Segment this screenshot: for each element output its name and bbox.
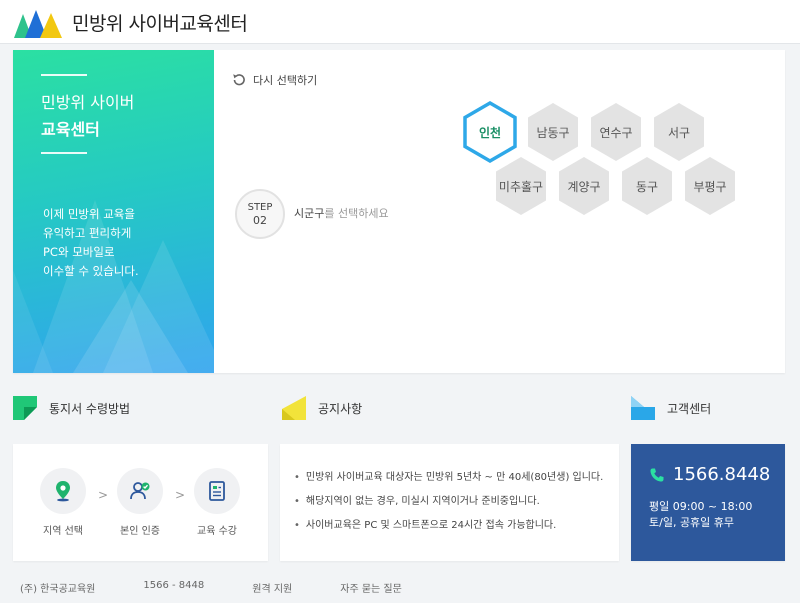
- phone-line[interactable]: 1566.8448: [649, 464, 770, 485]
- promo-desc-line: PC와 모바일로: [43, 245, 115, 259]
- notice-item[interactable]: 사이버교육은 PC 및 스마트폰으로 24시간 접속 가능합니다.: [294, 516, 603, 540]
- step-take-course[interactable]: 교육 수강: [186, 468, 248, 537]
- reset-selection-button[interactable]: 다시 선택하기: [231, 72, 317, 88]
- map-pin-icon: [56, 481, 70, 502]
- district-hex-label: 동구: [635, 179, 659, 194]
- yellow-fold-icon: [282, 396, 306, 420]
- promo-banner: 민방위 사이버 교육센터 이제 민방위 교육을 유익하고 편리하게 PC와 모바…: [13, 50, 214, 373]
- district-hex-label: 부평구: [693, 179, 727, 194]
- main-panel: 민방위 사이버 교육센터 이제 민방위 교육을 유익하고 편리하게 PC와 모바…: [13, 50, 785, 373]
- green-fold-icon: [13, 396, 37, 420]
- promo-divider-bottom: [41, 152, 87, 154]
- district-hex-label: 계양구: [567, 179, 601, 194]
- step-instruction-text: 를 선택하세요: [324, 207, 389, 220]
- user-check-icon: [130, 482, 150, 500]
- reset-label: 다시 선택하기: [253, 74, 318, 87]
- method-steps-card: 지역 선택 > 본인 인증 > 교육 수강: [13, 444, 268, 561]
- phone-number: 1566.8448: [673, 464, 771, 485]
- chevron-right-icon: >: [98, 488, 109, 502]
- notice-section-title: 공지사항: [318, 401, 363, 416]
- hours-weekend: 토/일, 공휴일 휴무: [649, 516, 735, 529]
- notice-card: 민방위 사이버교육 대상자는 민방위 5년차 ~ 만 40세(80년생) 입니다…: [280, 444, 619, 561]
- footer: (주) 한국공교육원 1566 - 8448 원격 지원 자주 묻는 질문: [20, 580, 450, 595]
- promo-desc-line: 유익하고 편리하게: [43, 226, 132, 240]
- district-hex[interactable]: 미추홀구: [492, 154, 550, 218]
- hours-weekday: 평일 09:00 ~ 18:00: [649, 500, 753, 513]
- promo-title-line1: 민방위 사이버: [41, 93, 135, 112]
- cs-section-title: 고객센터: [667, 401, 712, 416]
- site-header: 민방위 사이버교육센터: [0, 0, 800, 44]
- footer-remote-support-link[interactable]: 원격 지원: [252, 580, 292, 595]
- cs-section-heading[interactable]: 고객센터: [631, 396, 711, 420]
- chevron-right-icon: >: [175, 488, 186, 502]
- notice-item[interactable]: 민방위 사이버교육 대상자는 민방위 5년차 ~ 만 40세(80년생) 입니다…: [294, 468, 603, 492]
- phone-icon: [650, 468, 664, 481]
- district-hex-label: 미추홀구: [498, 179, 544, 194]
- step-label: STEP: [247, 202, 273, 213]
- step-label: 본인 인증: [120, 526, 160, 537]
- site-title[interactable]: 민방위 사이버교육센터: [72, 9, 248, 36]
- step-number: 02: [253, 214, 267, 227]
- footer-company: (주) 한국공교육원: [20, 584, 96, 595]
- step-region-select[interactable]: 지역 선택: [32, 468, 94, 537]
- promo-description: 이제 민방위 교육을 유익하고 편리하게 PC와 모바일로 이수할 수 있습니다…: [43, 205, 203, 281]
- method-section-heading[interactable]: 통지서 수령방법: [13, 396, 130, 420]
- district-hex[interactable]: 계양구: [555, 154, 613, 218]
- notice-section-heading[interactable]: 공지사항: [282, 396, 362, 420]
- step-highlight: 시군구: [294, 207, 325, 220]
- customer-center-card: 1566.8448 평일 09:00 ~ 18:00 토/일, 공휴일 휴무: [631, 444, 785, 561]
- promo-title-line2: 교육센터: [41, 120, 100, 139]
- footer-phone[interactable]: 1566 - 8448: [143, 580, 204, 595]
- district-hex[interactable]: 부평구: [681, 154, 739, 218]
- step-label: 교육 수강: [197, 526, 237, 537]
- promo-desc-line: 이제 민방위 교육을: [43, 207, 135, 221]
- step-label: 지역 선택: [43, 526, 83, 537]
- step-badge: STEP 02: [235, 189, 285, 239]
- notice-list: 민방위 사이버교육 대상자는 민방위 5년차 ~ 만 40세(80년생) 입니다…: [294, 468, 603, 540]
- blue-fold-icon: [631, 396, 655, 420]
- mountains-logo-icon[interactable]: [14, 8, 62, 38]
- step-instruction: 시군구를 선택하세요: [294, 205, 389, 221]
- promo-divider-top: [41, 74, 87, 76]
- district-hex[interactable]: 동구: [618, 154, 676, 218]
- notice-item[interactable]: 해당지역이 없는 경우, 미실시 지역이거나 준비중입니다.: [294, 492, 603, 516]
- document-icon: [209, 481, 225, 501]
- footer-faq-link[interactable]: 자주 묻는 질문: [340, 580, 402, 595]
- step-identity-verify[interactable]: 본인 인증: [109, 468, 171, 537]
- method-section-title: 통지서 수령방법: [49, 401, 131, 416]
- promo-desc-line: 이수할 수 있습니다.: [43, 264, 139, 278]
- refresh-icon: [233, 74, 245, 86]
